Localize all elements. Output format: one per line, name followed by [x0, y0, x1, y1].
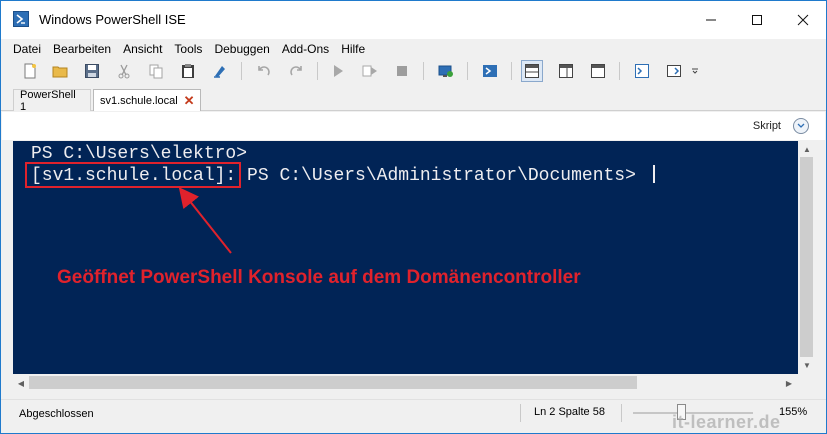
scroll-up-icon[interactable]: ▲ [799, 141, 815, 157]
maximize-button[interactable] [734, 1, 780, 39]
tab-sv1-schule-local[interactable]: sv1.schule.local ✕ [93, 89, 201, 111]
horizontal-scroll-thumb[interactable] [29, 376, 637, 389]
powershell-app-icon [13, 11, 29, 27]
new-file-icon [24, 63, 36, 79]
toolbar-separator [423, 62, 424, 80]
window-title: Windows PowerShell ISE [39, 12, 186, 27]
close-button[interactable] [780, 1, 826, 39]
vertical-scrollbar[interactable]: ▲ ▼ [798, 141, 815, 374]
close-icon [797, 14, 809, 26]
maximize-icon [752, 15, 762, 25]
status-state: Abgeschlossen [19, 408, 94, 420]
undo-button[interactable] [253, 60, 275, 82]
copy-icon [149, 64, 163, 79]
minimize-icon [706, 19, 716, 21]
save-icon [85, 64, 99, 78]
toolbar-separator [317, 62, 318, 80]
console-pane[interactable]: PS C:\Users\elektro> [sv1.schule.local]:… [13, 141, 798, 374]
menu-add-ons[interactable]: Add-Ons [282, 42, 329, 56]
powershell-ise-window: Windows PowerShell ISE Datei Bearbeiten … [0, 0, 827, 434]
undo-icon [258, 66, 270, 76]
status-separator [621, 404, 622, 422]
start-powershell-button[interactable] [479, 60, 501, 82]
new-remote-tab-button[interactable] [435, 60, 457, 82]
copy-button[interactable] [145, 60, 167, 82]
run-selection-icon [362, 65, 377, 77]
tab-label: PowerShell 1 [20, 88, 76, 113]
menu-datei[interactable]: Datei [13, 42, 41, 56]
paste-icon [182, 64, 194, 78]
script-pane-toggle[interactable] [793, 118, 809, 134]
start-powershell-icon [483, 65, 497, 77]
show-addon-icon [667, 65, 681, 77]
layout-top-button[interactable] [521, 60, 543, 82]
menu-hilfe[interactable]: Hilfe [341, 42, 365, 56]
clear-console-button[interactable] [209, 60, 231, 82]
redo-icon [290, 66, 302, 76]
tab-strip: PowerShell 1 sv1.schule.local ✕ [1, 87, 826, 113]
minimize-button[interactable] [688, 1, 734, 39]
toolbar-separator [511, 62, 512, 80]
scroll-down-icon[interactable]: ▼ [799, 357, 815, 373]
run-button[interactable] [327, 60, 349, 82]
open-folder-icon [52, 66, 68, 78]
run-selection-button[interactable] [359, 60, 381, 82]
show-commands-button[interactable] [631, 60, 653, 82]
annotation-label: Geöffnet PowerShell Konsole auf dem Domä… [57, 267, 581, 288]
menu-ansicht[interactable]: Ansicht [123, 42, 162, 56]
text-cursor [652, 165, 655, 183]
layout-max-icon [591, 64, 605, 78]
menu-bar: Datei Bearbeiten Ansicht Tools Debuggen … [1, 39, 826, 59]
toolbar-overflow[interactable] [689, 60, 701, 82]
stop-button[interactable] [391, 60, 413, 82]
layout-top-icon [525, 64, 539, 78]
open-button[interactable] [49, 60, 71, 82]
layout-right-button[interactable] [555, 60, 577, 82]
scroll-left-icon[interactable]: ◀ [13, 375, 29, 391]
title-bar: Windows PowerShell ISE [1, 1, 826, 39]
status-separator [520, 404, 521, 422]
tab-close-icon[interactable]: ✕ [184, 93, 195, 109]
tab-label: sv1.schule.local [100, 94, 178, 107]
horizontal-scrollbar[interactable]: ◀ ▶ [13, 374, 798, 391]
remote-prompt-path: PS C:\Users\Administrator\Documents> [236, 166, 647, 186]
cut-icon [118, 64, 130, 79]
menu-debuggen[interactable]: Debuggen [214, 42, 269, 56]
stop-icon [397, 66, 407, 76]
zoom-level: 155% [779, 406, 808, 418]
cursor-position: Ln 2 Spalte 58 [534, 406, 605, 418]
watermark: it-learner.de [672, 412, 781, 432]
toolbar-separator [467, 62, 468, 80]
menu-bearbeiten[interactable]: Bearbeiten [53, 42, 111, 56]
session-highlight-box [25, 162, 241, 188]
layout-right-icon [559, 64, 573, 78]
scroll-right-icon[interactable]: ▶ [781, 375, 797, 391]
toolbar-separator [619, 62, 620, 80]
tab-powershell-1[interactable]: PowerShell 1 [13, 88, 91, 113]
cut-button[interactable] [113, 60, 135, 82]
chevron-down-icon [797, 123, 805, 128]
paste-button[interactable] [177, 60, 199, 82]
chevron-down-icon [692, 68, 698, 74]
toolbar-separator [241, 62, 242, 80]
script-pane-bar: Skript [2, 112, 825, 140]
script-pane-label: Skript [752, 120, 781, 132]
redo-button[interactable] [285, 60, 307, 82]
layout-max-button[interactable] [587, 60, 609, 82]
new-file-button[interactable] [19, 60, 41, 82]
show-commands-icon [635, 64, 649, 78]
clear-console-icon [214, 66, 225, 78]
menu-tools[interactable]: Tools [174, 42, 202, 56]
toolbar [1, 59, 826, 83]
run-icon [334, 65, 343, 77]
vertical-scroll-thumb[interactable] [800, 157, 813, 357]
new-remote-tab-icon [438, 65, 453, 77]
show-addon-button[interactable] [663, 60, 685, 82]
console-line-local-prompt: PS C:\Users\elektro> [31, 144, 248, 164]
save-button[interactable] [81, 60, 103, 82]
